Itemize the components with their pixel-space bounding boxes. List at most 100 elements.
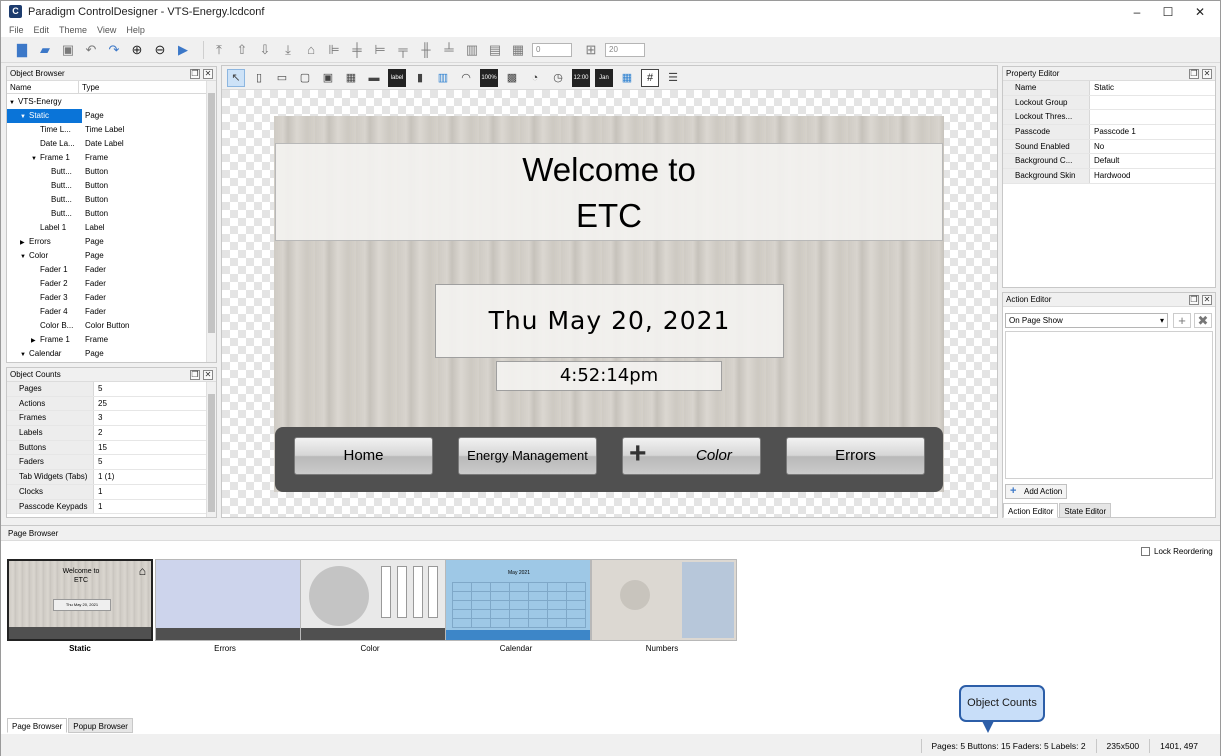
count-row[interactable]: Tab Widgets (Tabs) 1 (1) — [7, 470, 206, 485]
welcome-label[interactable]: Welcome to ETC — [275, 143, 943, 241]
float-panel-icon[interactable]: ❐ — [1189, 295, 1199, 305]
close-panel-icon[interactable]: ✕ — [1202, 69, 1212, 79]
tree-row[interactable]: Butt... Button — [7, 179, 206, 193]
label-icon[interactable]: label — [388, 68, 406, 87]
float-panel-icon[interactable]: ❐ — [190, 370, 200, 380]
rows-icon[interactable]: ▤ — [486, 41, 504, 59]
property-value[interactable]: Default — [1090, 154, 1119, 168]
count-value[interactable]: 1 (1) — [94, 470, 114, 484]
tree-row[interactable]: Butt... Button — [7, 207, 206, 221]
count-value[interactable]: 2 — [94, 426, 102, 440]
count-row[interactable]: Pages 5 — [7, 382, 206, 397]
expanded-arrow-icon[interactable]: ▼ — [20, 348, 29, 361]
align-middle-icon[interactable]: ╫ — [417, 41, 435, 59]
page-label-color[interactable]: Color — [297, 644, 443, 653]
time-label-icon[interactable]: 12:00 — [572, 68, 590, 87]
popup-icon[interactable]: ▭ — [273, 69, 291, 87]
bring-front-icon[interactable]: ⤒ — [210, 41, 228, 59]
close-panel-icon[interactable]: ✕ — [1202, 295, 1212, 305]
tree-row[interactable]: Fader 1 Fader — [7, 263, 206, 277]
page-thumbnail-static[interactable]: Welcome to ETC ⌂ Thu May 20, 2021 — [7, 559, 153, 641]
page-thumbnail-numbers[interactable] — [591, 559, 737, 641]
scrollbar-thumb[interactable] — [208, 93, 215, 333]
property-row[interactable]: Background C... Default — [1003, 154, 1215, 170]
tree-row[interactable]: ▼ Calendar Page — [7, 347, 206, 361]
count-row[interactable]: Frames 3 — [7, 411, 206, 427]
count-row[interactable]: Labels 2 — [7, 426, 206, 441]
pointer-icon[interactable]: ↖ — [227, 68, 245, 87]
scrollbar-thumb[interactable] — [208, 394, 215, 512]
page-icon[interactable]: ▯ — [250, 69, 268, 87]
redo-icon[interactable]: ↷ — [105, 41, 123, 59]
tab-state-editor[interactable]: State Editor — [1059, 503, 1112, 518]
send-back-icon[interactable]: ⤓ — [279, 41, 297, 59]
maximize-button[interactable]: ☐ — [1151, 1, 1185, 22]
keypad-icon[interactable]: # — [641, 68, 659, 87]
expanded-arrow-icon[interactable]: ▼ — [31, 152, 40, 165]
menu-view[interactable]: View — [97, 25, 116, 35]
checkbox-box[interactable] — [1141, 547, 1150, 556]
action-list[interactable] — [1005, 331, 1213, 479]
close-panel-icon[interactable]: ✕ — [203, 370, 213, 380]
fader-icon[interactable]: ▮ — [411, 69, 429, 87]
menu-theme[interactable]: Theme — [59, 25, 87, 35]
property-value[interactable] — [1090, 96, 1094, 110]
home-button[interactable]: Home — [294, 437, 433, 475]
color-button[interactable]: + Color — [622, 437, 761, 475]
expanded-arrow-icon[interactable]: ▼ — [20, 250, 29, 263]
page-static-preview[interactable]: Welcome to ETC Thu May 20, 2021 4:52:14p… — [274, 116, 944, 492]
grid-icon[interactable]: ▦ — [509, 41, 527, 59]
object-browser-scrollbar[interactable] — [206, 81, 216, 362]
property-row[interactable]: Passcode Passcode 1 — [1003, 125, 1215, 140]
tree-row[interactable]: ▼ Color Page — [7, 249, 206, 263]
property-value[interactable]: No — [1090, 140, 1104, 154]
property-row[interactable]: Lockout Group — [1003, 95, 1215, 111]
property-row[interactable]: Background Skin Hardwood — [1003, 169, 1215, 184]
float-panel-icon[interactable]: ❐ — [1189, 69, 1199, 79]
tree-row[interactable]: Color B... Color Button — [7, 319, 206, 333]
property-row[interactable]: Name Static — [1003, 81, 1215, 96]
expanded-arrow-icon[interactable]: ▼ — [20, 110, 29, 123]
border-frame-icon[interactable]: ▣ — [319, 69, 337, 87]
gauge-icon[interactable]: ◠ — [457, 69, 475, 87]
tree-row[interactable]: Label 1 Label — [7, 221, 206, 235]
move-down-icon[interactable]: ⇩ — [256, 41, 274, 59]
frame-icon[interactable]: ▢ — [296, 69, 314, 87]
save-icon[interactable]: ▣ — [59, 41, 77, 59]
count-row[interactable]: Passcode Keypads 1 — [7, 499, 206, 515]
tab-action-editor[interactable]: Action Editor — [1003, 503, 1059, 518]
float-panel-icon[interactable]: ❐ — [190, 69, 200, 79]
grid-size-spinbox[interactable]: 20 — [605, 42, 645, 57]
tree-row[interactable]: ▼ Frame 1 Frame — [7, 151, 206, 165]
count-row[interactable]: Faders 5 — [7, 455, 206, 471]
tree-row[interactable]: ▼ Static Page — [7, 109, 206, 123]
timer-icon[interactable]: ◔ — [526, 69, 544, 87]
count-value[interactable]: 5 — [94, 455, 102, 469]
undo-icon[interactable]: ↶ — [82, 41, 100, 59]
count-row[interactable]: Actions 25 — [7, 396, 206, 412]
property-value[interactable]: Passcode 1 — [1090, 125, 1136, 139]
align-left-icon[interactable]: ⊫ — [325, 41, 343, 59]
count-row[interactable]: Buttons 15 — [7, 440, 206, 456]
page-thumbnail-color[interactable] — [300, 559, 446, 641]
tree-row[interactable]: Fader 3 Fader — [7, 291, 206, 305]
color-picker-icon[interactable]: ▦ — [618, 69, 636, 87]
action-trigger-select[interactable]: On Page Show ▾ — [1005, 313, 1168, 328]
lock-icon[interactable]: ⌂ — [302, 41, 320, 59]
clock-icon[interactable]: ◷ — [549, 69, 567, 87]
errors-button[interactable]: Errors — [786, 437, 925, 475]
property-row[interactable]: Sound Enabled No — [1003, 139, 1215, 155]
tree-row[interactable]: Time L... Time Label — [7, 123, 206, 137]
count-value[interactable]: 5 — [94, 382, 102, 396]
add-action-button[interactable]: + Add Action — [1005, 484, 1067, 499]
align-top-icon[interactable]: ╤ — [394, 41, 412, 59]
expanded-arrow-icon[interactable]: ▼ — [9, 96, 18, 109]
page-label-numbers[interactable]: Numbers — [589, 644, 735, 653]
table-icon[interactable]: ▦ — [342, 69, 360, 87]
date-label[interactable]: Thu May 20, 2021 — [435, 284, 784, 358]
tree-row[interactable]: Fader 4 Fader — [7, 305, 206, 319]
page-label-errors[interactable]: Errors — [152, 644, 298, 653]
design-canvas[interactable]: ↖ ▯ ▭ ▢ ▣ ▦ ▬ label ▮ ▥ ◠ 100% ▩ ◔ ◷ 12:00 Jan ▦ # ☰ Welcom… — [221, 65, 998, 518]
minimize-button[interactable]: – — [1120, 1, 1154, 22]
count-value[interactable]: 1 — [94, 500, 102, 514]
